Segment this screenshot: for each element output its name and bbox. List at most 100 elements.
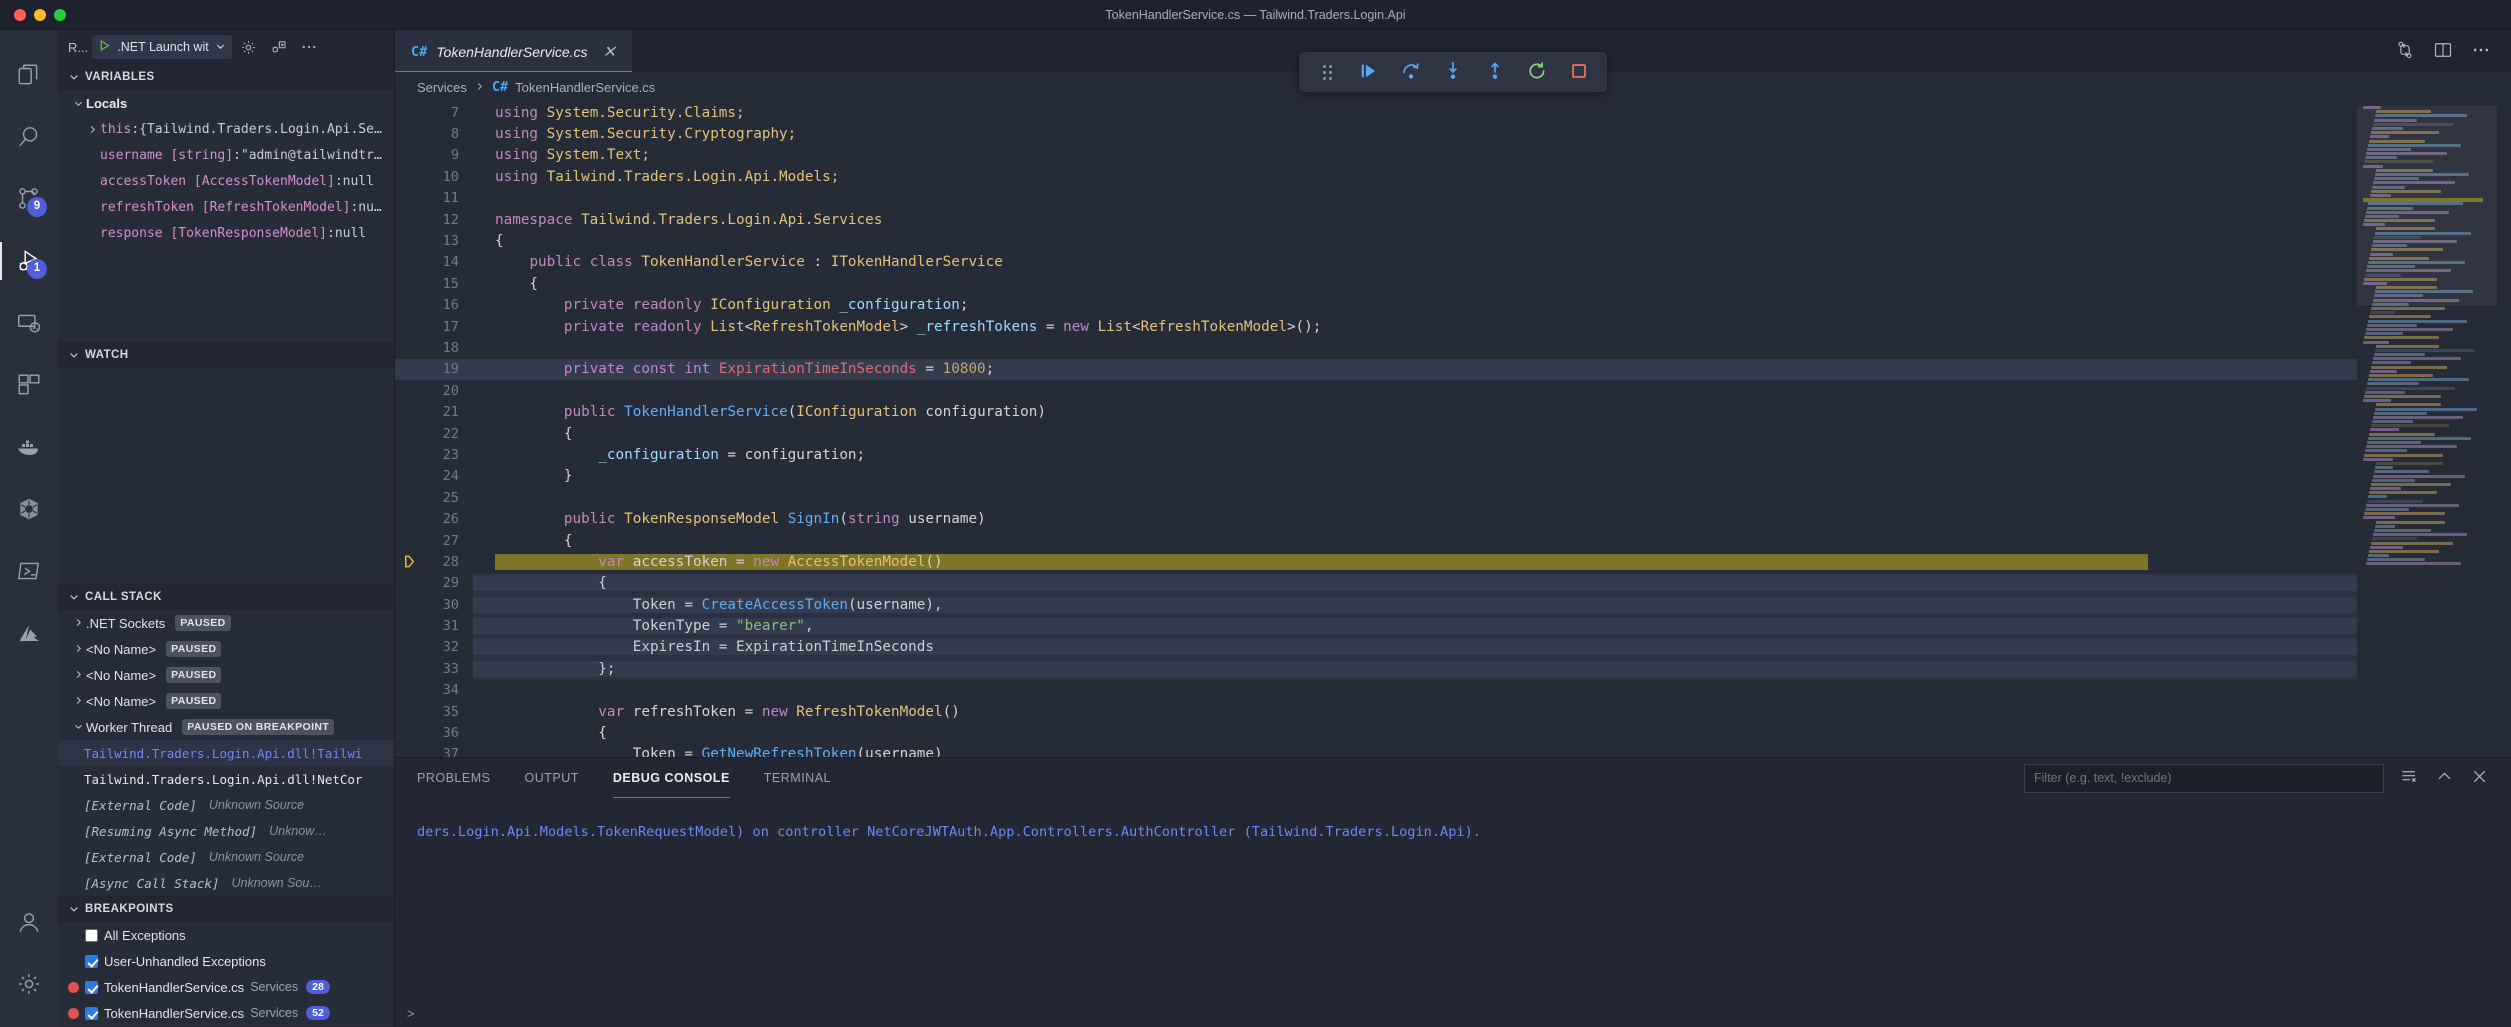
line-content[interactable]: { [473, 533, 2357, 549]
stack-frame[interactable]: Tailwind.Traders.Login.Api.dll!NetCor [58, 766, 394, 792]
line-content[interactable]: { [473, 575, 2357, 591]
code-line[interactable]: 34 [395, 680, 2357, 701]
code-line[interactable]: 19 private const int ExpirationTimeInSec… [395, 359, 2357, 380]
tab-problems[interactable]: PROBLEMS [417, 758, 490, 798]
minimize-window-button[interactable] [34, 9, 46, 21]
code-line[interactable]: 26 public TokenResponseModel SignIn(stri… [395, 508, 2357, 529]
line-content[interactable]: private readonly List<RefreshTokenModel>… [473, 319, 2357, 335]
line-content[interactable]: { [473, 426, 2357, 442]
chevron-right-icon[interactable] [70, 694, 86, 709]
line-content[interactable]: }; [473, 661, 2357, 677]
activity-item-extensions[interactable] [0, 354, 58, 416]
chevron-down-icon[interactable] [70, 720, 86, 735]
line-content[interactable]: Token = CreateAccessToken(username), [473, 597, 2357, 613]
code-line[interactable]: 14 public class TokenHandlerService : IT… [395, 252, 2357, 273]
code-line[interactable]: 37 Token = GetNewRefreshToken(username) [395, 744, 2357, 757]
tab-terminal[interactable]: TERMINAL [764, 758, 831, 798]
console-filter-input[interactable] [2034, 771, 2374, 785]
line-content[interactable]: public TokenResponseModel SignIn(string … [473, 511, 2357, 527]
more-actions-icon[interactable] [2471, 40, 2491, 63]
more-actions-button[interactable] [296, 35, 322, 59]
code-line[interactable]: 29 { [395, 573, 2357, 594]
line-content[interactable]: public class TokenHandlerService : IToke… [473, 254, 2357, 270]
chevron-right-icon[interactable] [70, 642, 86, 657]
stack-frame[interactable]: [External Code] Unknown Source [58, 792, 394, 818]
code-line[interactable]: 21 public TokenHandlerService(IConfigura… [395, 401, 2357, 422]
variables-header[interactable]: VARIABLES [58, 64, 394, 90]
variable-row[interactable]: this : {Tailwind.Traders.Login.Api.Se… [58, 116, 394, 142]
call-stack-thread[interactable]: <No Name> PAUSED [58, 636, 394, 662]
call-stack-thread[interactable]: .NET Sockets PAUSED [58, 610, 394, 636]
code-line[interactable]: 16 private readonly IConfiguration _conf… [395, 295, 2357, 316]
line-content[interactable]: using System.Text; [473, 147, 2357, 163]
code-line[interactable]: 9using System.Text; [395, 145, 2357, 166]
line-content[interactable]: var accessToken = new AccessTokenModel() [473, 554, 2357, 570]
line-content[interactable]: _configuration = configuration; [473, 447, 2357, 463]
chevron-right-icon[interactable] [70, 616, 86, 631]
code-line[interactable]: 13{ [395, 230, 2357, 251]
code-line[interactable]: 28 var accessToken = new AccessTokenMode… [395, 551, 2357, 572]
breakpoint-checkbox[interactable] [85, 1007, 98, 1020]
console-filter-box[interactable] [2024, 764, 2384, 793]
activity-item-kubernetes[interactable] [0, 478, 58, 540]
activity-item-docker[interactable] [0, 416, 58, 478]
chevron-right-icon[interactable] [70, 668, 86, 683]
activity-item-run-and-debug[interactable]: 1 [0, 230, 58, 292]
line-content[interactable]: ExpiresIn = ExpirationTimeInSeconds [473, 639, 2357, 655]
call-stack-thread[interactable]: <No Name> PAUSED [58, 662, 394, 688]
watch-header[interactable]: WATCH [58, 342, 394, 368]
debug-continue-button[interactable] [1349, 52, 1389, 92]
code-line[interactable]: 17 private readonly List<RefreshTokenMod… [395, 316, 2357, 337]
stack-frame[interactable]: [Async Call Stack] Unknown Sou… [58, 870, 394, 896]
line-content[interactable]: public TokenHandlerService(IConfiguratio… [473, 404, 2357, 420]
code-line[interactable]: 25 [395, 487, 2357, 508]
debug-restart-button[interactable] [1517, 52, 1557, 92]
floating-debug-toolbar[interactable] [1299, 52, 1607, 92]
window-controls[interactable] [0, 9, 66, 21]
activity-bar[interactable]: 9 1 [0, 30, 58, 1027]
debug-settings-button[interactable] [236, 35, 262, 59]
chevron-up-icon[interactable] [2435, 767, 2454, 789]
breakpoint-checkbox[interactable] [85, 929, 98, 942]
variable-row[interactable]: username [string] : "admin@tailwindtr… [58, 142, 394, 168]
breakpoint-checkbox[interactable] [85, 981, 98, 994]
variable-row[interactable]: refreshToken [RefreshTokenModel] : nu… [58, 194, 394, 220]
chevron-right-icon[interactable] [84, 124, 100, 135]
variable-row[interactable]: response [TokenResponseModel] : null [58, 220, 394, 246]
line-content[interactable]: using Tailwind.Traders.Login.Api.Models; [473, 169, 2357, 185]
code-line[interactable]: 32 ExpiresIn = ExpirationTimeInSeconds [395, 637, 2357, 658]
code-line[interactable]: 31 TokenType = "bearer", [395, 615, 2357, 636]
source-control-compare-icon[interactable] [2395, 40, 2415, 63]
line-content[interactable]: { [473, 725, 2357, 741]
code-lines-container[interactable]: 7using System.Security.Claims;8using Sys… [395, 102, 2357, 757]
call-stack-thread[interactable]: <No Name> PAUSED [58, 688, 394, 714]
clear-console-icon[interactable] [2400, 767, 2419, 789]
debug-drag-handle[interactable] [1307, 52, 1347, 92]
code-line[interactable]: 24 } [395, 466, 2357, 487]
debug-step-out-button[interactable] [1475, 52, 1515, 92]
launch-configuration-select[interactable]: .NET Launch wit [92, 35, 231, 59]
line-content[interactable]: } [473, 468, 2357, 484]
line-content[interactable]: private readonly IConfiguration _configu… [473, 297, 2357, 313]
code-line[interactable]: 15 { [395, 273, 2357, 294]
debug-step-over-button[interactable] [1391, 52, 1431, 92]
variables-scope-locals[interactable]: Locals [58, 90, 394, 116]
code-line[interactable]: 23 _configuration = configuration; [395, 444, 2357, 465]
code-line[interactable]: 30 Token = CreateAccessToken(username), [395, 594, 2357, 615]
code-line[interactable]: 22 { [395, 423, 2357, 444]
code-line[interactable]: 12namespace Tailwind.Traders.Login.Api.S… [395, 209, 2357, 230]
code-line[interactable]: 36 { [395, 722, 2357, 743]
stack-frame[interactable]: [Resuming Async Method] Unknow… [58, 818, 394, 844]
line-content[interactable]: { [473, 276, 2357, 292]
open-debug-terminal-button[interactable] [266, 35, 292, 59]
code-line[interactable]: 20 [395, 380, 2357, 401]
tab-debug-console[interactable]: DEBUG CONSOLE [613, 758, 730, 798]
close-window-button[interactable] [14, 9, 26, 21]
activity-item-search[interactable] [0, 106, 58, 168]
breakpoint-row[interactable]: All Exceptions [58, 922, 394, 948]
editor-tab-tokenhandlerservice[interactable]: C# TokenHandlerService.cs ✕ [395, 30, 632, 72]
code-line[interactable]: 35 var refreshToken = new RefreshTokenMo… [395, 701, 2357, 722]
activity-item-remote-explorer[interactable] [0, 292, 58, 354]
tab-output[interactable]: OUTPUT [524, 758, 578, 798]
debug-console-input-row[interactable]: > [395, 999, 2511, 1027]
